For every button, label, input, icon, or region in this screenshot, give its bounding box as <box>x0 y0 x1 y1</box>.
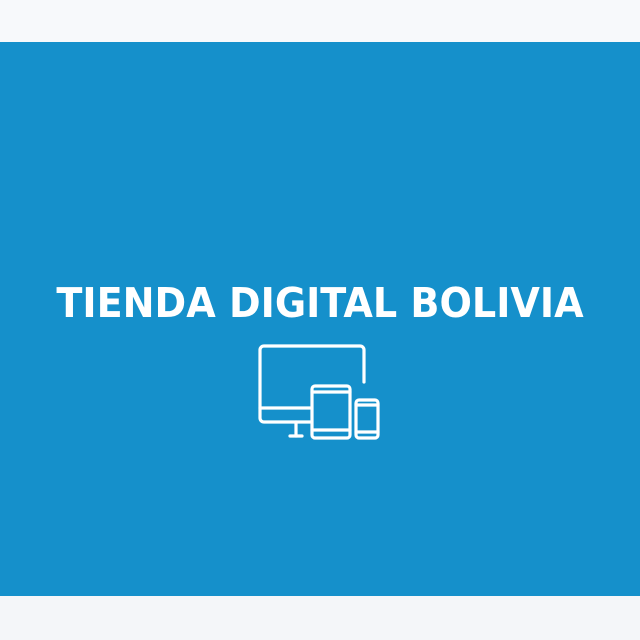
top-margin <box>0 0 640 42</box>
brand-banner: TIENDA DIGITAL BOLIVIA <box>0 42 640 596</box>
bottom-margin <box>0 596 640 640</box>
devices-icon <box>258 344 380 440</box>
brand-title: TIENDA DIGITAL BOLIVIA <box>56 279 584 327</box>
